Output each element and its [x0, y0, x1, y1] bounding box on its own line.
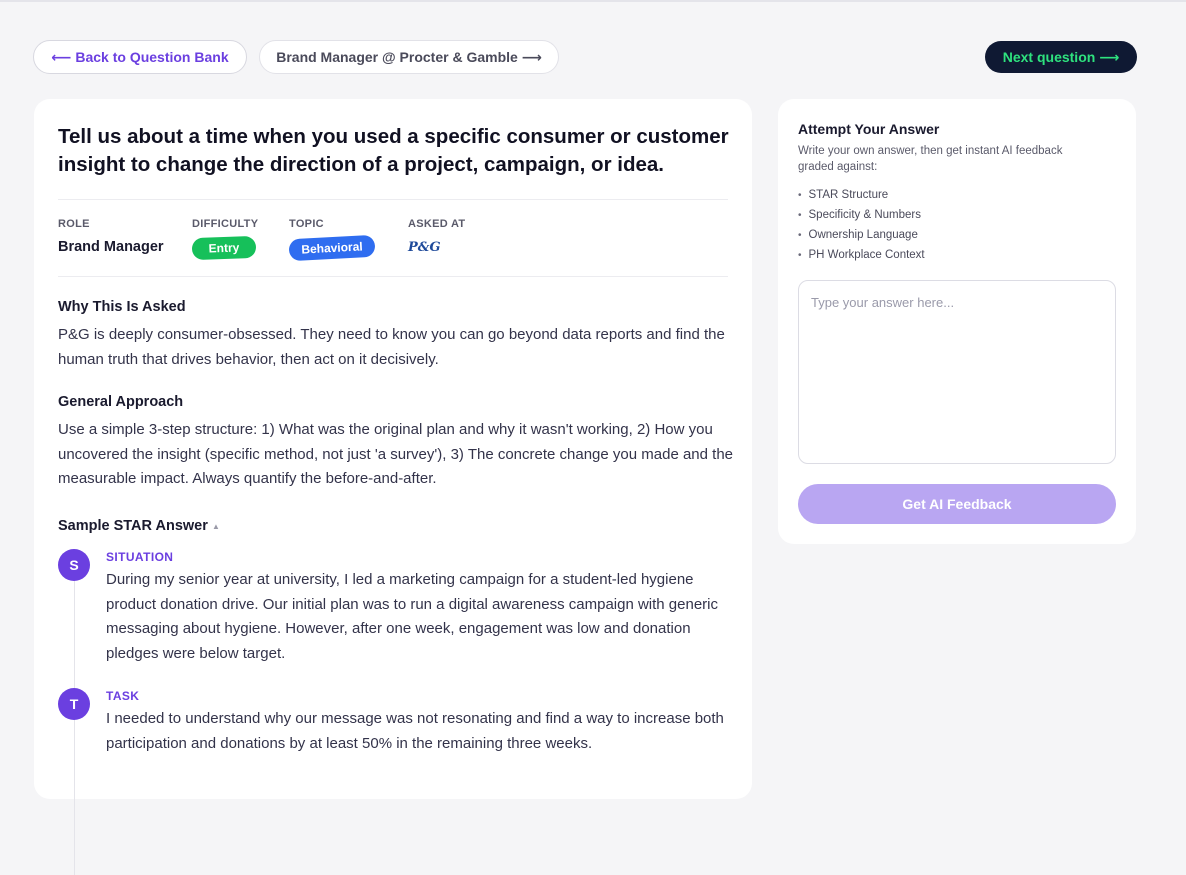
top-bar-edge [0, 0, 1186, 2]
criteria-list: STAR Structure Specificity & Numbers Own… [798, 185, 925, 265]
situation-text: During my senior year at university, I l… [106, 571, 719, 662]
difficulty-badge: Entry [191, 235, 257, 261]
topic-label: TOPIC [289, 218, 324, 230]
back-to-question-bank-button[interactable]: ⟵ Back to Question Bank [33, 40, 247, 74]
difficulty-label: DIFFICULTY [192, 218, 259, 230]
divider [58, 199, 728, 200]
why-asked-heading: Why This Is Asked [58, 299, 186, 315]
why-asked-text: P&G is deeply consumer-obsessed. They ne… [58, 326, 725, 368]
asked-at-label: ASKED AT [408, 218, 466, 230]
sample-star-heading[interactable]: Sample STAR Answer [58, 518, 208, 534]
criteria-item: Specificity & Numbers [798, 205, 925, 225]
attempt-description: Write your own answer, then get instant … [798, 145, 1063, 173]
answer-input[interactable] [798, 280, 1116, 464]
criteria-item: STAR Structure [798, 185, 925, 205]
task-step-icon: T [58, 688, 90, 720]
timeline-line [74, 575, 75, 875]
divider [58, 276, 728, 277]
role-label: ROLE [58, 218, 90, 230]
topic-badge: Behavioral [288, 234, 376, 262]
attempt-answer-card: Attempt Your Answer Write your own answe… [778, 99, 1136, 544]
general-approach-text: Use a simple 3-step structure: 1) What w… [58, 421, 733, 487]
pg-logo: P&G [408, 240, 441, 255]
situation-step-icon: S [58, 549, 90, 581]
criteria-item: PH Workplace Context [798, 245, 925, 265]
attempt-heading: Attempt Your Answer [798, 121, 940, 137]
task-label: TASK [106, 689, 140, 703]
role-value: Brand Manager [58, 239, 164, 255]
collapse-caret-icon[interactable]: ▲ [212, 522, 220, 531]
next-question-button[interactable]: Next question ⟶ [985, 41, 1137, 73]
get-ai-feedback-button[interactable]: Get AI Feedback [798, 484, 1116, 524]
question-title: Tell us about a time when you used a spe… [58, 125, 729, 176]
task-text: I needed to understand why our message w… [106, 710, 724, 752]
criteria-item: Ownership Language [798, 225, 925, 245]
role-company-link[interactable]: Brand Manager @ Procter & Gamble ⟶ [259, 40, 559, 74]
question-card: Tell us about a time when you used a spe… [34, 99, 752, 875]
situation-label: SITUATION [106, 550, 174, 564]
general-approach-heading: General Approach [58, 394, 184, 410]
